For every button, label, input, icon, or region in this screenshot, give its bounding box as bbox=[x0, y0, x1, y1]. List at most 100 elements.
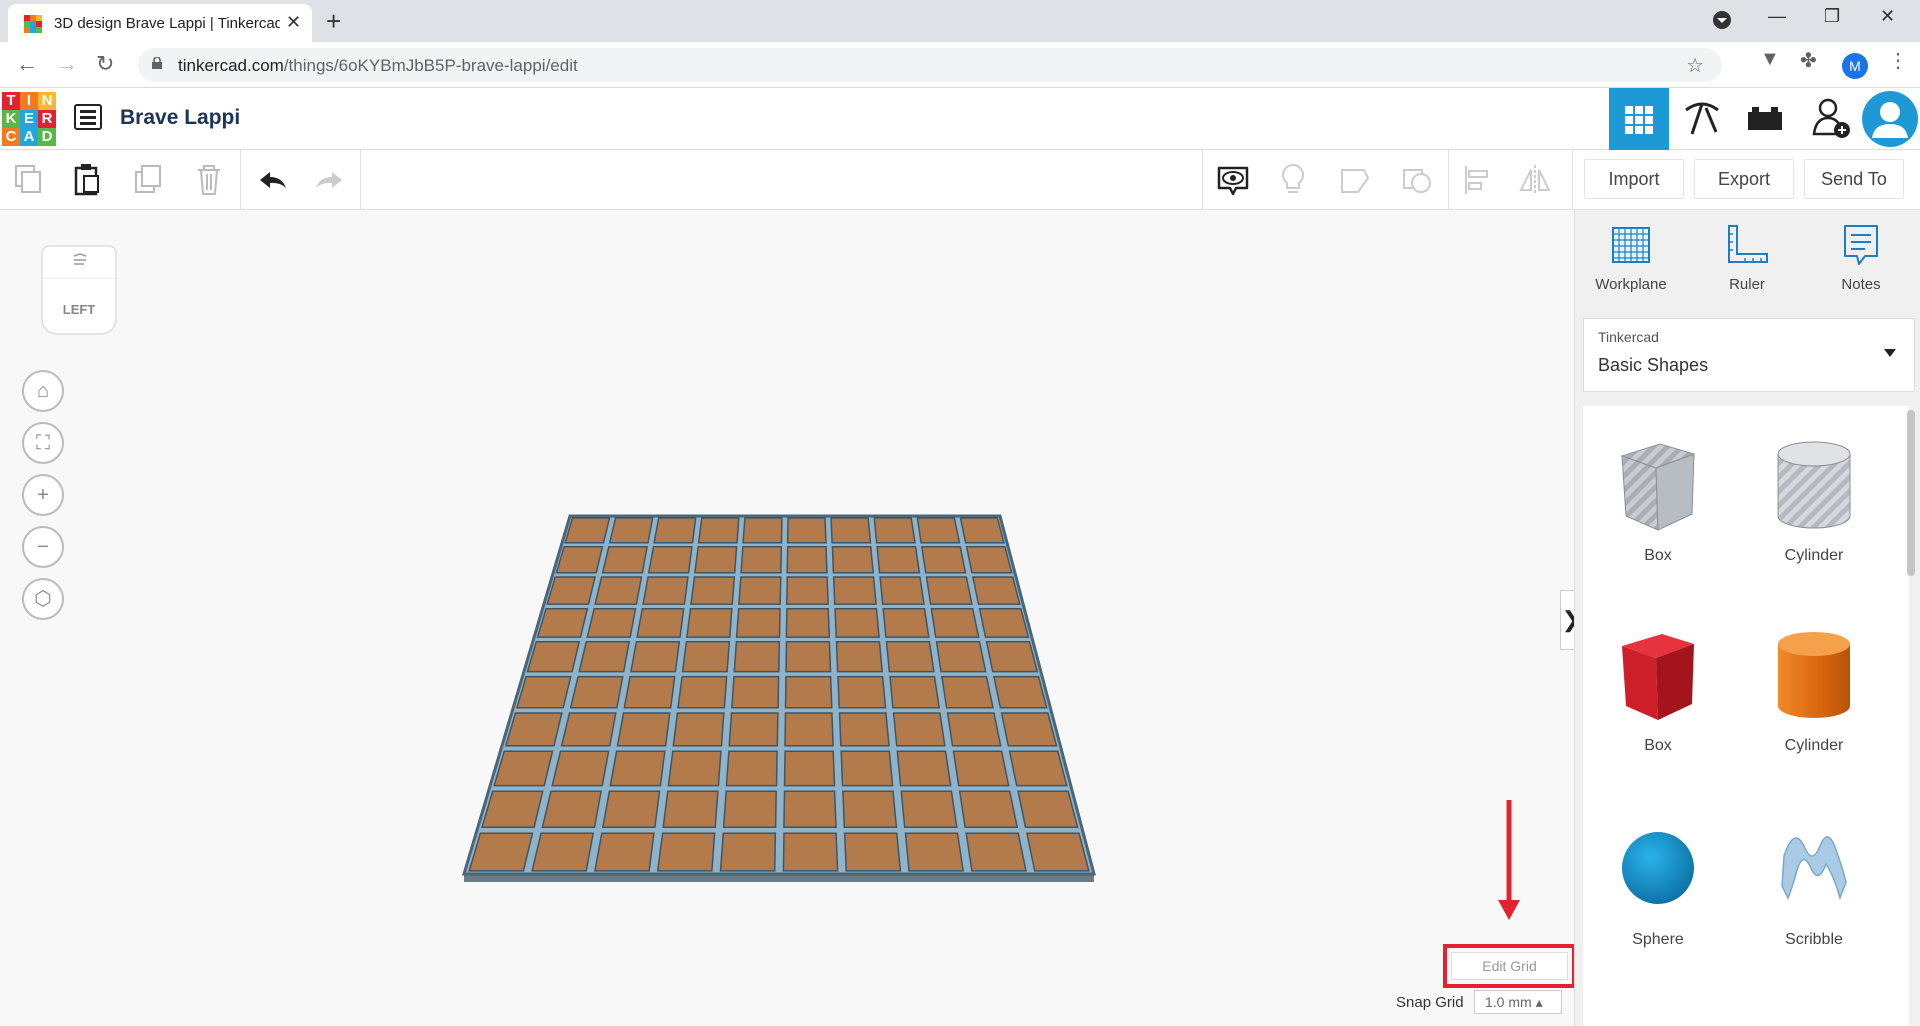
design-list-icon[interactable] bbox=[74, 104, 102, 130]
ungroup-icon[interactable] bbox=[1400, 162, 1434, 198]
grid-tile bbox=[985, 641, 1039, 673]
snap-grid-label: Snap Grid bbox=[1396, 994, 1464, 1011]
edit-grid-button[interactable]: Edit Grid bbox=[1451, 952, 1568, 980]
group-icon[interactable] bbox=[1338, 162, 1372, 198]
tab-close-icon[interactable]: ✕ bbox=[286, 12, 301, 33]
lightbulb-icon[interactable] bbox=[1276, 162, 1310, 198]
shape-label: Sphere bbox=[1632, 931, 1684, 948]
fit-view-icon[interactable]: ⛶ bbox=[22, 422, 64, 464]
grid-tile bbox=[1017, 790, 1079, 828]
undo-icon[interactable] bbox=[256, 162, 290, 198]
mirror-icon[interactable] bbox=[1518, 162, 1552, 198]
codeblocks-button[interactable] bbox=[1672, 88, 1732, 150]
export-button[interactable]: Export bbox=[1694, 159, 1794, 199]
align-icon[interactable] bbox=[1460, 162, 1494, 198]
reload-icon[interactable]: ↻ bbox=[96, 51, 114, 77]
grid-tile bbox=[965, 546, 1013, 574]
extensions-puzzle-icon[interactable]: ✤ bbox=[1800, 48, 1817, 73]
url-input[interactable]: tinkercad.com/things/6oKYBmJbB5P-brave-l… bbox=[138, 48, 1722, 82]
grid-tile bbox=[1000, 712, 1058, 747]
grid-tile bbox=[722, 790, 777, 828]
grid-tile bbox=[681, 641, 731, 673]
logo-letter: N bbox=[38, 92, 56, 110]
snap-grid-select[interactable]: 1.0 mm ▴ bbox=[1474, 990, 1562, 1014]
shape-box[interactable]: Box bbox=[1583, 622, 1733, 755]
perspective-toggle-icon[interactable]: ⬡ bbox=[22, 578, 64, 620]
shape-box-hole[interactable]: Box bbox=[1583, 432, 1733, 565]
home-view-icon[interactable]: ⌂ bbox=[22, 370, 64, 412]
grid-tile bbox=[642, 576, 689, 605]
shape-label: Box bbox=[1644, 737, 1672, 754]
shape-library-select[interactable]: Tinkercad Basic Shapes bbox=[1583, 318, 1915, 392]
browser-menu-icon[interactable]: ⋮ bbox=[1888, 48, 1908, 73]
logo-letter: K bbox=[2, 110, 20, 128]
redo-icon[interactable] bbox=[312, 162, 346, 198]
minimize-icon[interactable]: — bbox=[1768, 6, 1786, 27]
url-host: tinkercad.com bbox=[178, 56, 284, 75]
workplane-grid[interactable] bbox=[0, 210, 1574, 1026]
grid-tile bbox=[578, 641, 631, 673]
view-cube[interactable]: LEFT bbox=[38, 242, 120, 340]
grid-tile bbox=[536, 607, 589, 638]
zoom-in-icon[interactable]: + bbox=[22, 474, 64, 516]
bricks-button[interactable] bbox=[1734, 88, 1794, 150]
notes-icon bbox=[1844, 225, 1878, 265]
show-hide-icon[interactable] bbox=[1216, 162, 1250, 198]
grid-tile bbox=[916, 517, 961, 544]
grid-tile bbox=[925, 576, 973, 605]
grid-tile bbox=[952, 750, 1010, 787]
grid-tile bbox=[896, 750, 952, 787]
back-icon[interactable]: ← bbox=[16, 51, 38, 77]
grid-tile bbox=[735, 607, 781, 638]
grid-tile bbox=[835, 641, 884, 673]
ruler-icon bbox=[1728, 225, 1768, 263]
notes-tool[interactable]: Notes bbox=[1811, 222, 1911, 293]
paste-icon[interactable] bbox=[70, 162, 104, 198]
shape-cylinder[interactable]: Cylinder bbox=[1739, 622, 1889, 755]
extension-filter-icon[interactable]: ▼ bbox=[1760, 48, 1780, 71]
red-box-icon bbox=[1622, 634, 1694, 720]
grid-tile bbox=[834, 607, 880, 638]
shape-label: Box bbox=[1644, 547, 1672, 564]
profile-avatar[interactable]: M bbox=[1842, 53, 1868, 79]
grid-tile bbox=[958, 790, 1019, 828]
tab-search-icon[interactable] bbox=[1712, 10, 1732, 35]
design-title[interactable]: Brave Lappi bbox=[120, 106, 240, 130]
ruler-label: Ruler bbox=[1729, 276, 1765, 293]
restore-icon[interactable]: ❐ bbox=[1824, 6, 1840, 27]
send-to-button[interactable]: Send To bbox=[1804, 159, 1904, 199]
duplicate-icon[interactable] bbox=[132, 162, 166, 198]
grid-tile bbox=[965, 832, 1027, 872]
grid-tile bbox=[551, 750, 610, 787]
3d-viewport[interactable]: LEFT ⌂ ⛶ + − ⬡ ❯ Edit Grid Snap Grid 1.0… bbox=[0, 210, 1582, 1026]
shape-scribble[interactable]: Scribble bbox=[1739, 816, 1889, 949]
delete-icon[interactable] bbox=[192, 162, 226, 198]
workplane-tool[interactable]: Workplane bbox=[1581, 222, 1681, 293]
new-tab-icon[interactable]: + bbox=[326, 6, 341, 37]
forward-icon[interactable]: → bbox=[56, 51, 78, 77]
import-button[interactable]: Import bbox=[1584, 159, 1684, 199]
grid-tile bbox=[978, 607, 1030, 638]
avatar-icon bbox=[1862, 91, 1918, 147]
zoom-out-icon[interactable]: − bbox=[22, 526, 64, 568]
3d-design-view-button[interactable] bbox=[1609, 88, 1669, 150]
copy-icon[interactable] bbox=[12, 162, 46, 198]
window-close-icon[interactable]: ✕ bbox=[1880, 6, 1895, 27]
panel-scrollbar[interactable] bbox=[1907, 410, 1915, 576]
ruler-tool[interactable]: Ruler bbox=[1697, 222, 1797, 293]
app-header: TINKERCAD Brave Lappi bbox=[0, 88, 1920, 150]
grid-tile bbox=[889, 675, 941, 709]
box-hole-icon bbox=[1620, 443, 1696, 531]
shape-cylinder-hole[interactable]: Cylinder bbox=[1739, 432, 1889, 565]
tab-title: 3D design Brave Lappi | Tinkercad bbox=[54, 15, 280, 32]
invite-user-button[interactable] bbox=[1800, 88, 1860, 150]
dropdown-caret-icon bbox=[1884, 349, 1896, 357]
user-avatar[interactable] bbox=[1860, 88, 1920, 150]
grid-tile bbox=[876, 546, 921, 574]
bookmark-star-icon[interactable]: ☆ bbox=[1686, 53, 1704, 78]
shape-sphere[interactable]: Sphere bbox=[1583, 816, 1733, 949]
grid-tile bbox=[480, 790, 544, 828]
tinkercad-logo[interactable]: TINKERCAD bbox=[2, 92, 56, 146]
grid-tile bbox=[885, 641, 935, 673]
browser-tab[interactable]: 3D design Brave Lappi | Tinkercad ✕ bbox=[8, 4, 312, 42]
